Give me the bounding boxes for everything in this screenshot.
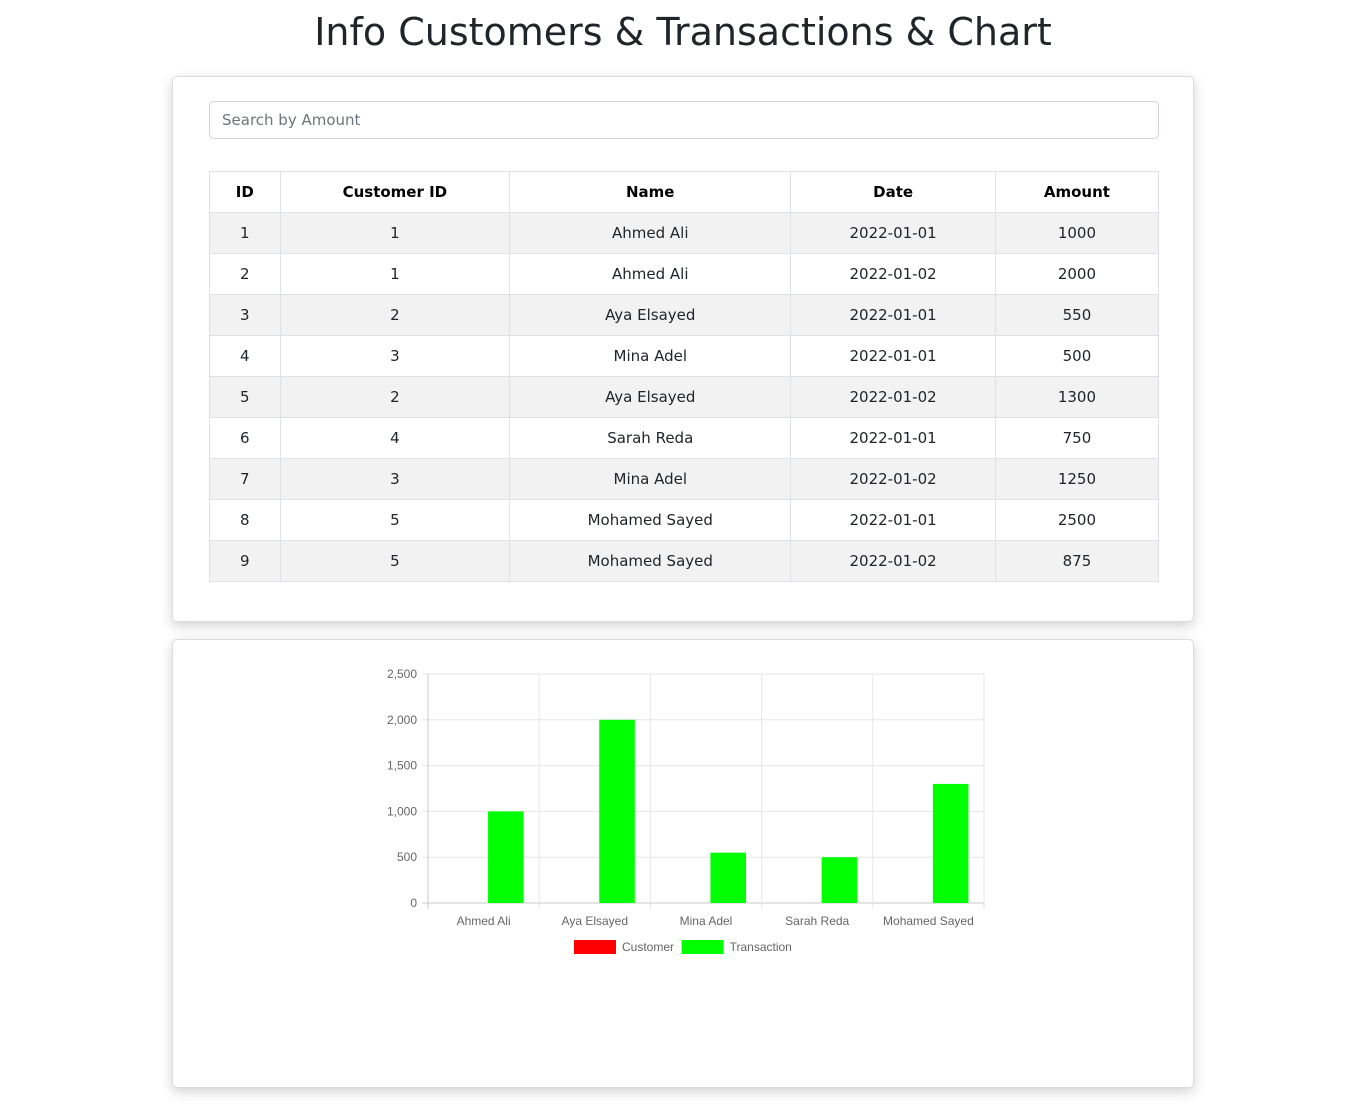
cell-name: Mina Adel <box>509 335 792 377</box>
cell-customer-id: 3 <box>279 335 511 377</box>
cell-amount: 2500 <box>994 499 1160 541</box>
y-tick-label: 1,000 <box>387 804 417 818</box>
chart-card: 0 500 1,000 1,500 2,000 2,500 Ahmed Ali Aya Els… <box>172 639 1194 1088</box>
page-title: Info Customers & Transactions & Chart <box>314 10 1052 54</box>
cell-date: 2022-01-01 <box>790 335 996 377</box>
table-row: 8 5 Mohamed Sayed 2022-01-01 2500 <box>209 499 1160 541</box>
cell-name: Aya Elsayed <box>509 376 792 418</box>
bar-transaction <box>821 857 858 903</box>
cell-amount: 1300 <box>994 376 1160 418</box>
table-row: 5 2 Aya Elsayed 2022-01-02 1300 <box>209 376 1160 418</box>
table-row: 9 5 Mohamed Sayed 2022-01-02 875 <box>209 540 1160 582</box>
cell-date: 2022-01-01 <box>790 417 996 459</box>
cell-customer-id: 2 <box>279 294 511 336</box>
x-tick-label: Sarah Reda <box>785 914 849 928</box>
cell-date: 2022-01-01 <box>790 294 996 336</box>
cell-customer-id: 4 <box>279 417 511 459</box>
table-row: 2 1 Ahmed Ali 2022-01-02 2000 <box>209 253 1160 295</box>
cell-date: 2022-01-02 <box>790 376 996 418</box>
cell-date: 2022-01-02 <box>790 253 996 295</box>
y-tick-label: 2,500 <box>387 667 417 681</box>
column-header-customer-id: Customer ID <box>279 171 511 213</box>
cell-amount: 750 <box>994 417 1160 459</box>
cell-date: 2022-01-01 <box>790 212 996 254</box>
cell-id: 6 <box>209 417 281 459</box>
y-tick-label: 2,000 <box>387 713 417 727</box>
transactions-table: ID Customer ID Name Date Amount 1 1 Ahmed Ali 2… <box>209 171 1160 582</box>
cell-id: 1 <box>209 212 281 254</box>
x-tick-label: Aya Elsayed <box>562 914 629 928</box>
cell-amount: 1250 <box>994 458 1160 500</box>
cell-name: Ahmed Ali <box>509 212 792 254</box>
table-row: 4 3 Mina Adel 2022-01-01 500 <box>209 335 1160 377</box>
table-row: 7 3 Mina Adel 2022-01-02 1250 <box>209 458 1160 500</box>
cell-date: 2022-01-01 <box>790 499 996 541</box>
column-header-name: Name <box>509 171 792 213</box>
cell-name: Aya Elsayed <box>509 294 792 336</box>
y-tick-label: 1,500 <box>387 759 417 773</box>
cell-customer-id: 1 <box>279 253 511 295</box>
y-tick-label: 500 <box>397 850 417 864</box>
cell-id: 5 <box>209 376 281 418</box>
legend-swatch-customer <box>574 940 616 954</box>
cell-amount: 550 <box>994 294 1160 336</box>
cell-customer-id: 1 <box>279 212 511 254</box>
cell-name: Mohamed Sayed <box>509 540 792 582</box>
cell-id: 3 <box>209 294 281 336</box>
cell-name: Ahmed Ali <box>509 253 792 295</box>
cell-customer-id: 3 <box>279 458 511 500</box>
transactions-bar-chart: 0 500 1,000 1,500 2,000 2,500 Ahmed Ali Aya Els… <box>387 667 985 954</box>
table-row: 6 4 Sarah Reda 2022-01-01 750 <box>209 417 1160 459</box>
cell-customer-id: 5 <box>279 499 511 541</box>
bar-transaction <box>932 783 969 903</box>
table-row: 1 1 Ahmed Ali 2022-01-01 1000 <box>209 212 1160 254</box>
column-header-id: ID <box>209 171 281 213</box>
cell-id: 4 <box>209 335 281 377</box>
cell-amount: 500 <box>994 335 1160 377</box>
legend-label-transaction: Transaction <box>730 940 792 954</box>
cell-id: 9 <box>209 540 281 582</box>
table-header-row: ID Customer ID Name Date Amount <box>209 171 1160 213</box>
cell-name: Mohamed Sayed <box>509 499 792 541</box>
bar-transaction <box>599 719 635 903</box>
cell-date: 2022-01-02 <box>790 540 996 582</box>
bar-transaction <box>488 811 524 903</box>
x-tick-label: Mohamed Sayed <box>883 914 974 928</box>
cell-amount: 2000 <box>994 253 1160 295</box>
cell-date: 2022-01-02 <box>790 458 996 500</box>
x-tick-label: Mina Adel <box>680 914 733 928</box>
cell-amount: 1000 <box>994 212 1160 254</box>
legend-label-customer: Customer <box>622 940 674 954</box>
cell-name: Sarah Reda <box>509 417 792 459</box>
cell-amount: 875 <box>994 540 1160 582</box>
search-by-amount-input[interactable] <box>209 101 1159 139</box>
column-header-date: Date <box>790 171 996 213</box>
x-tick-label: Ahmed Ali <box>457 914 511 928</box>
cell-id: 7 <box>209 458 281 500</box>
cell-id: 8 <box>209 499 281 541</box>
bar-transaction <box>710 852 747 903</box>
cell-customer-id: 5 <box>279 540 511 582</box>
legend-swatch-transaction <box>681 940 724 954</box>
cell-customer-id: 2 <box>279 376 511 418</box>
cell-id: 2 <box>209 253 281 295</box>
table-row: 3 2 Aya Elsayed 2022-01-01 550 <box>209 294 1160 336</box>
column-header-amount: Amount <box>994 171 1160 213</box>
y-tick-label: 0 <box>410 896 417 910</box>
cell-name: Mina Adel <box>509 458 792 500</box>
transactions-card: IDCustomer IDNameDateAmount 11Ahmed Ali2… <box>172 76 1194 622</box>
